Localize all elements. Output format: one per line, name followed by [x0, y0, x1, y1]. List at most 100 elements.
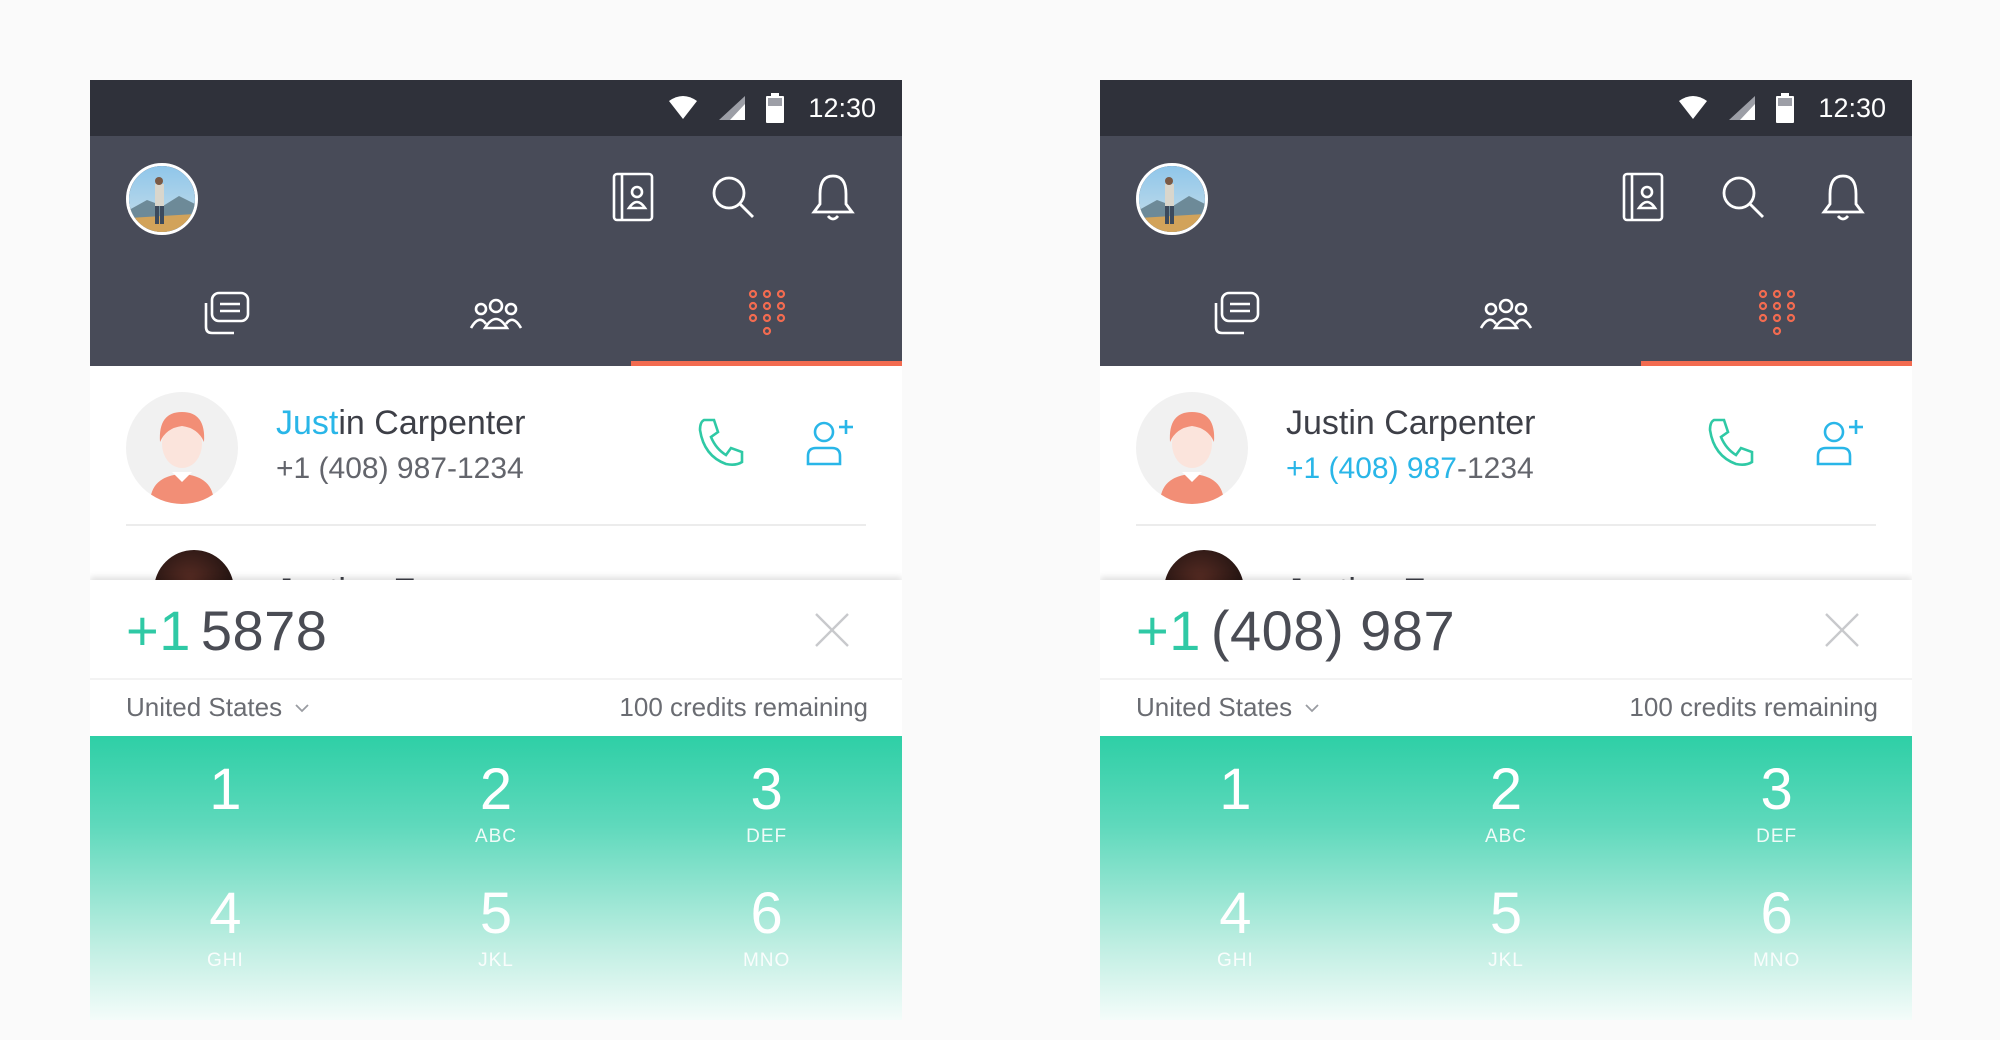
close-icon[interactable]: [812, 610, 852, 650]
signal-icon: [1729, 96, 1756, 120]
status-time: 12:30: [808, 92, 876, 123]
avatar[interactable]: [126, 163, 198, 235]
search-button[interactable]: [708, 170, 758, 224]
contacts-book-button[interactable]: [1618, 170, 1668, 224]
country-selector[interactable]: United States: [126, 692, 310, 723]
add-contact-icon[interactable]: [804, 416, 856, 468]
contact-name: Justin Carpenter: [1286, 404, 1535, 443]
dial-meta: United States 100 credits remaining: [90, 680, 902, 736]
group-icon: [1479, 298, 1533, 330]
battery-icon: [1776, 93, 1795, 123]
list-item[interactable]: Justin Carpenter +1 (408) 987-1234: [1136, 366, 1876, 526]
contact-list: Justin Carpenter +1 (408) 987-1234 Justi…: [1100, 366, 1912, 580]
contact-list: Justin Carpenter +1 (408) 987-1234 Justi…: [90, 366, 902, 580]
list-item[interactable]: Justine Ezra: [126, 526, 866, 580]
country-code: +1: [126, 599, 191, 662]
notifications-button[interactable]: [1818, 170, 1868, 224]
contacts-book-button[interactable]: [608, 170, 658, 224]
phone-icon[interactable]: [696, 416, 744, 468]
app-bar: [1100, 136, 1912, 262]
key-5[interactable]: 5 JKL: [361, 884, 632, 1008]
chat-icon: [1215, 291, 1260, 335]
key-letters: DEF: [746, 826, 788, 847]
tab-bar: [90, 262, 902, 366]
key-letters: MNO: [1752, 950, 1801, 971]
tab-dialpad[interactable]: [1641, 262, 1912, 366]
key-2[interactable]: 2 ABC: [1371, 760, 1642, 884]
battery-icon: [766, 93, 785, 123]
add-contact-icon[interactable]: [1814, 416, 1866, 468]
signal-icon: [719, 96, 746, 120]
group-icon: [469, 298, 523, 330]
avatar[interactable]: [1136, 163, 1208, 235]
contact-name: Justine Ezra: [1286, 572, 1473, 580]
key-letters: GHI: [1216, 950, 1254, 971]
contact-avatar: [1136, 392, 1248, 504]
list-item[interactable]: Justin Carpenter +1 (408) 987-1234: [126, 366, 866, 526]
wifi-icon: [669, 96, 698, 119]
status-time: 12:30: [1818, 92, 1886, 123]
bell-icon: [811, 174, 855, 221]
tab-groups[interactable]: [361, 262, 632, 366]
contact-phone-rest: +1 (408) 987-1234: [276, 452, 524, 485]
tab-groups[interactable]: [1371, 262, 1642, 366]
chevron-down-icon: [295, 703, 309, 712]
key-letters: JKL: [478, 950, 514, 971]
key-6[interactable]: 6 MNO: [1641, 884, 1912, 1008]
contact-name: Justine Ezra: [276, 572, 463, 580]
contact-avatar: [1164, 550, 1244, 580]
key-letters: JKL: [1488, 950, 1524, 971]
key-digit: 5: [479, 881, 513, 946]
contacts-book-icon: [612, 172, 654, 222]
country-label: United States: [126, 692, 283, 722]
key-letters: ABC: [474, 826, 518, 847]
key-digit: 2: [479, 757, 513, 822]
dialpad-icon: [748, 289, 785, 336]
contact-phone: +1 (408) 987-1234: [1286, 452, 1534, 486]
key-digit: 4: [1219, 881, 1252, 946]
number-display: +1 (408) 987: [1100, 580, 1912, 680]
key-digit: 4: [209, 881, 242, 946]
key-letters: GHI: [206, 950, 244, 971]
key-digit: 1: [209, 757, 242, 822]
key-4[interactable]: 4 GHI: [1100, 884, 1371, 1008]
phone-icon[interactable]: [1706, 416, 1754, 468]
close-icon[interactable]: [1822, 610, 1862, 650]
key-2[interactable]: 2 ABC: [361, 760, 632, 884]
key-1[interactable]: 1: [1100, 760, 1371, 884]
tab-chats[interactable]: [90, 262, 361, 366]
search-icon: [1722, 176, 1764, 218]
dialed-number[interactable]: +1 5878: [126, 598, 327, 663]
dialer-screen-left: 12:30 Justin Carpenter +1 (408) 987-1234…: [90, 80, 902, 1020]
key-digit: 2: [1489, 757, 1523, 822]
key-4[interactable]: 4 GHI: [90, 884, 361, 1008]
list-item[interactable]: Justine Ezra: [1136, 526, 1876, 580]
key-6[interactable]: 6 MNO: [631, 884, 902, 1008]
number-digits: (408) 987: [1210, 599, 1456, 662]
tab-chats[interactable]: [1100, 262, 1371, 366]
tab-dialpad[interactable]: [631, 262, 902, 366]
dial-meta: United States 100 credits remaining: [1100, 680, 1912, 736]
key-digit: 3: [1760, 757, 1793, 822]
key-digit: 6: [750, 881, 783, 946]
search-button[interactable]: [1718, 170, 1768, 224]
key-3[interactable]: 3 DEF: [631, 760, 902, 884]
contact-phone: +1 (408) 987-1234: [276, 452, 524, 486]
contact-avatar: [126, 392, 238, 504]
notifications-button[interactable]: [808, 170, 858, 224]
key-digit: 3: [750, 757, 783, 822]
key-digit: 1: [1219, 757, 1252, 822]
match-highlight: Just: [276, 404, 339, 442]
country-selector[interactable]: United States: [1136, 692, 1320, 723]
wifi-icon: [1679, 96, 1708, 119]
chat-icon: [205, 291, 250, 335]
key-5[interactable]: 5 JKL: [1371, 884, 1642, 1008]
key-1[interactable]: 1: [90, 760, 361, 884]
dialed-number[interactable]: +1 (408) 987: [1136, 598, 1455, 663]
bell-icon: [1821, 174, 1865, 221]
status-bar: 12:30: [1100, 80, 1912, 136]
key-3[interactable]: 3 DEF: [1641, 760, 1912, 884]
app-bar: [90, 136, 902, 262]
contact-name: Justin Carpenter: [276, 404, 525, 443]
key-digit: 5: [1489, 881, 1523, 946]
